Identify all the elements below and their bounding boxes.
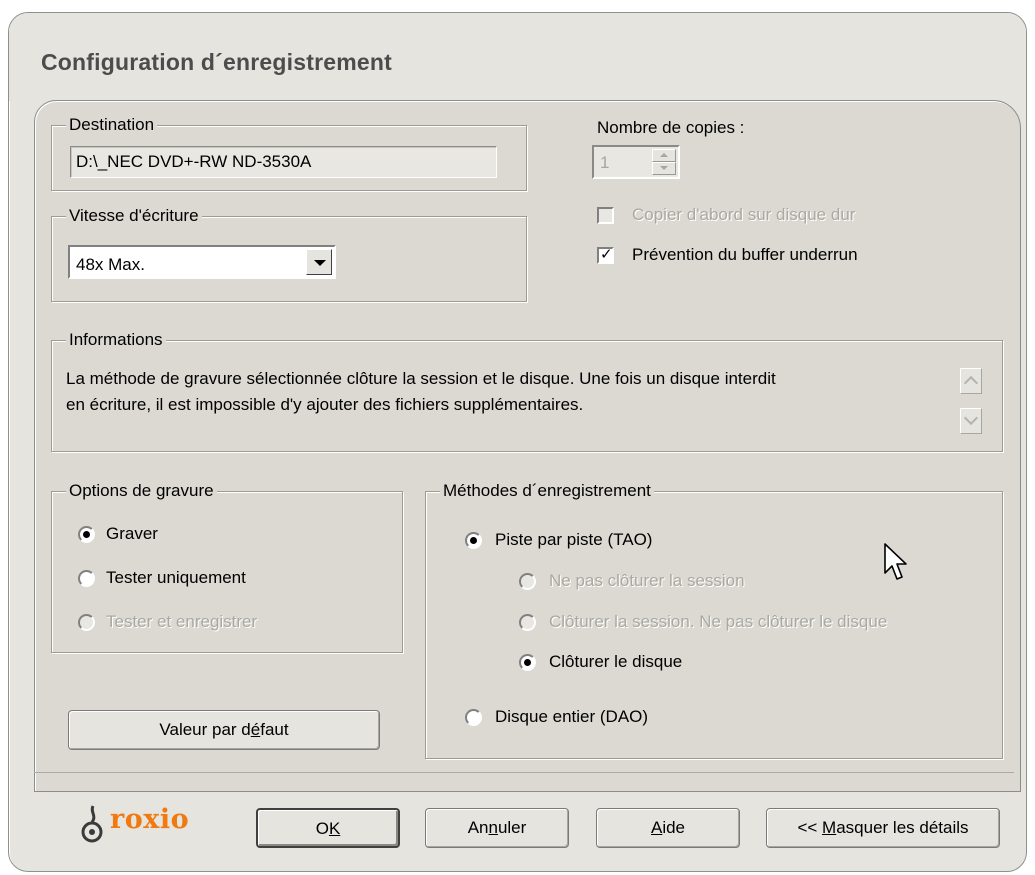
spin-down-icon[interactable] bbox=[652, 162, 676, 175]
help-label-a: A bbox=[650, 818, 663, 837]
default-values-label-b: é bbox=[250, 720, 261, 739]
radio-no-close-session[interactable] bbox=[519, 573, 536, 590]
info-text: La méthode de gravure sélectionnée clôtu… bbox=[66, 366, 956, 418]
underrun-label: Prévention du buffer underrun bbox=[632, 245, 858, 264]
default-values-label-c: faut bbox=[260, 720, 289, 739]
close-session-label: Clôturer la session. Ne pas clôturer le … bbox=[549, 612, 888, 631]
title-bar[interactable]: Configuration d´enregistrement bbox=[9, 13, 1026, 101]
default-values-label-a: Valeur par d bbox=[159, 720, 251, 739]
ok-button[interactable]: OK bbox=[256, 808, 400, 848]
radio-close-disc[interactable] bbox=[519, 654, 536, 671]
cancel-label-a: An bbox=[467, 818, 489, 837]
hide-details-label-a: << bbox=[797, 818, 823, 837]
radio-close-session[interactable] bbox=[519, 614, 536, 631]
ok-label-b: K bbox=[328, 819, 341, 838]
graver-label: Graver bbox=[106, 524, 158, 543]
info-line-1: La méthode de gravure sélectionnée clôtu… bbox=[66, 369, 776, 388]
hide-details-button[interactable]: << Masquer les détails bbox=[766, 808, 1000, 848]
hide-details-label-b: M bbox=[822, 818, 837, 837]
write-speed-legend: Vitesse d'écriture bbox=[66, 206, 202, 226]
burn-options-legend: Options de gravure bbox=[66, 481, 217, 501]
help-button[interactable]: Aide bbox=[596, 808, 740, 848]
copy-to-disk-label: Copier d'abord sur disque dur bbox=[632, 205, 856, 224]
info-legend: Informations bbox=[66, 330, 166, 350]
mouse-cursor-icon bbox=[884, 543, 907, 580]
destination-legend: Destination bbox=[66, 115, 158, 135]
spin-up-icon[interactable] bbox=[652, 149, 676, 162]
logo-text: roxio bbox=[110, 804, 190, 835]
no-close-session-label: Ne pas clôturer la session bbox=[549, 571, 745, 590]
ok-label-a: O bbox=[315, 819, 329, 838]
dialog-title: Configuration d´enregistrement bbox=[41, 49, 393, 75]
radio-graver[interactable] bbox=[78, 526, 95, 543]
hide-details-label-c: asquer les détails bbox=[836, 818, 969, 837]
scroll-up-icon[interactable] bbox=[960, 368, 982, 394]
copy-to-disk-checkbox[interactable] bbox=[597, 207, 614, 224]
default-values-button[interactable]: Valeur par défaut bbox=[68, 710, 380, 750]
check-icon: ✓ bbox=[600, 246, 613, 263]
info-line-2: en écriture, il est impossible d'y ajout… bbox=[66, 395, 584, 414]
write-speed-select[interactable]: 48x Max. bbox=[68, 245, 336, 279]
destination-field: D:\_NEC DVD+-RW ND-3530A bbox=[70, 146, 497, 178]
chevron-down-icon[interactable] bbox=[306, 249, 332, 275]
footer-divider bbox=[34, 772, 1014, 773]
copies-spinner[interactable]: 1 bbox=[592, 145, 680, 179]
tao-label: Piste par piste (TAO) bbox=[495, 530, 653, 549]
radio-dao[interactable] bbox=[465, 709, 482, 726]
write-speed-value: 48x Max. bbox=[76, 255, 145, 274]
flame-icon bbox=[81, 805, 103, 843]
radio-tester-enregistrer[interactable] bbox=[78, 614, 95, 631]
close-disc-label: Clôturer le disque bbox=[549, 652, 683, 671]
dao-label: Disque entier (DAO) bbox=[495, 707, 649, 726]
copies-value: 1 bbox=[600, 153, 610, 172]
tester-uniquement-label: Tester uniquement bbox=[106, 568, 246, 587]
cancel-label-c: uler bbox=[497, 818, 527, 837]
tester-enregistrer-label: Tester et enregistrer bbox=[106, 612, 258, 631]
radio-tester-uniquement[interactable] bbox=[78, 570, 95, 587]
radio-tao[interactable] bbox=[465, 532, 482, 549]
recording-methods-legend: Méthodes d´enregistrement bbox=[440, 481, 654, 501]
cancel-button[interactable]: Annuler bbox=[425, 808, 569, 848]
cancel-label-b: n bbox=[488, 818, 498, 837]
scroll-down-icon[interactable] bbox=[960, 408, 982, 434]
underrun-checkbox[interactable]: ✓ bbox=[597, 246, 614, 264]
copies-label: Nombre de copies : bbox=[597, 118, 745, 137]
help-label-b: ide bbox=[662, 818, 686, 837]
